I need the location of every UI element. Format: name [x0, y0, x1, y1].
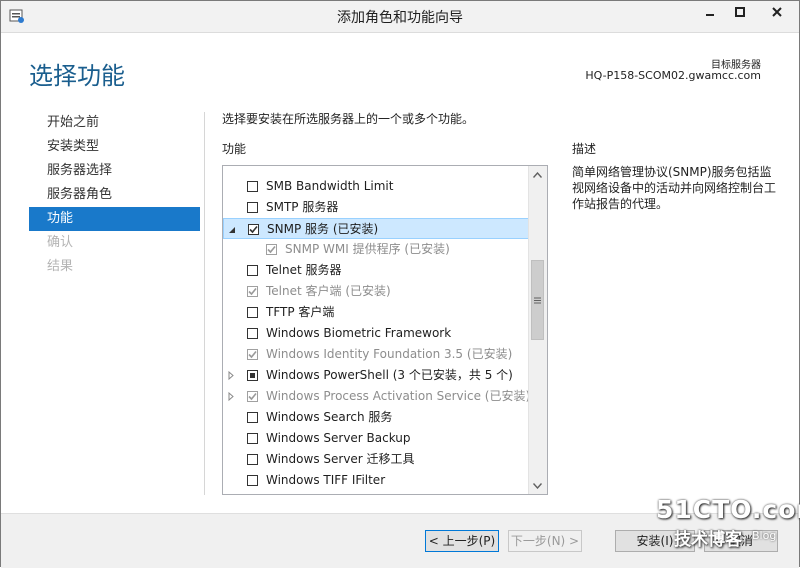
description-heading: 描述 [572, 142, 597, 156]
checkbox-unchecked[interactable] [247, 202, 258, 213]
feature-label: Windows Biometric Framework [266, 326, 452, 340]
scroll-up-button[interactable] [529, 166, 546, 183]
scroll-down-button[interactable] [529, 477, 546, 494]
features-list[interactable]: SMB Bandwidth Limit SMTP 服务器 SNMP 服务 (已安装)… [222, 165, 548, 495]
page-title: 选择功能 [29, 62, 125, 90]
checkbox-checked [266, 244, 277, 255]
checkmark-icon [249, 225, 258, 234]
feature-row[interactable]: Windows Search 服务 [223, 407, 529, 428]
checkbox-unchecked[interactable] [247, 181, 258, 192]
checkbox-unchecked[interactable] [247, 307, 258, 318]
feature-label: SNMP 服务 (已安装) [267, 222, 379, 236]
feature-row[interactable]: TFTP 客户端 [223, 302, 529, 323]
checkmark-icon [248, 350, 257, 359]
feature-label: Windows PowerShell (3 个已安装，共 5 个) [266, 368, 513, 382]
feature-label: Windows Server Backup [266, 431, 411, 445]
feature-row[interactable]: SNMP 服务 (已安装) [223, 218, 529, 239]
checkbox-checked [247, 286, 258, 297]
description-text: 简单网络管理协议(SNMP)服务包括监视网络设备中的活动并向网络控制台工作站报告… [572, 165, 777, 211]
feature-label: Windows TIFF IFilter [266, 473, 386, 487]
nav-item-server-selection[interactable]: 服务器选择 [29, 159, 200, 183]
nav-item-features[interactable]: 功能 [29, 207, 200, 231]
expanded-arrow-icon[interactable] [228, 219, 238, 240]
feature-row[interactable]: SMB Bandwidth Limit [223, 176, 529, 197]
feature-row[interactable]: Telnet 客户端 (已安装) [223, 281, 529, 302]
nav-item-before-you-begin[interactable]: 开始之前 [29, 111, 200, 135]
feature-label: Windows Server 迁移工具 [266, 452, 415, 466]
features-list-rows: SMB Bandwidth Limit SMTP 服务器 SNMP 服务 (已安装)… [223, 166, 529, 494]
nav-item-installation-type[interactable]: 安装类型 [29, 135, 200, 159]
feature-label: SMTP 服务器 [266, 200, 339, 214]
checkbox-unchecked[interactable] [247, 454, 258, 465]
next-button: 下一步(N) > [508, 530, 582, 552]
checkmark-icon [267, 245, 276, 254]
feature-row[interactable]: SNMP WMI 提供程序 (已安装) [223, 239, 529, 260]
scroll-thumb[interactable] [531, 260, 544, 340]
feature-row[interactable]: SMTP 服务器 [223, 197, 529, 218]
feature-row[interactable]: Windows Process Activation Service (已安装) [223, 386, 529, 407]
feature-label: TFTP 客户端 [266, 305, 335, 319]
feature-row[interactable]: Windows Identity Foundation 3.5 (已安装) [223, 344, 529, 365]
feature-row[interactable]: Windows Biometric Framework [223, 323, 529, 344]
checkbox-unchecked[interactable] [247, 265, 258, 276]
feature-row[interactable]: Windows PowerShell (3 个已安装，共 5 个) [223, 365, 529, 386]
feature-label: SNMP WMI 提供程序 (已安装) [285, 242, 450, 256]
minimize-icon [706, 13, 714, 16]
wizard-nav: 开始之前 安装类型 服务器选择 服务器角色 功能 确认 结果 [29, 111, 200, 279]
previous-button[interactable]: < 上一步(P) [425, 530, 499, 552]
instruction-text: 选择要安装在所选服务器上的一个或多个功能。 [222, 112, 475, 126]
feature-label: Windows Search 服务 [266, 410, 393, 424]
destination-server-name: HQ-P158-SCOM02.gwamcc.com [585, 69, 761, 82]
features-heading: 功能 [222, 142, 247, 156]
close-button[interactable] [757, 1, 797, 22]
feature-label: SMB Bandwidth Limit [266, 179, 394, 193]
collapsed-arrow-icon[interactable] [227, 386, 237, 407]
checkbox-checked [247, 391, 258, 402]
grip-icon [534, 297, 541, 304]
checkmark-icon [248, 287, 257, 296]
checkbox-checked[interactable] [248, 224, 259, 235]
nav-item-results: 结果 [47, 259, 74, 274]
collapsed-arrow-icon[interactable] [227, 365, 237, 386]
feature-row[interactable]: Windows Server 迁移工具 [223, 449, 529, 470]
checkbox-unchecked[interactable] [247, 433, 258, 444]
feature-label: Telnet 服务器 [266, 263, 342, 277]
feature-label: Telnet 客户端 (已安装) [266, 284, 391, 298]
nav-item-server-roles[interactable]: 服务器角色 [29, 183, 200, 207]
wizard-window: 添加角色和功能向导 选择功能 目标服务器 HQ-P158-SCOM02.gwam… [0, 0, 800, 568]
checkbox-checked [247, 349, 258, 360]
cancel-button[interactable]: 取消 [704, 530, 778, 552]
button-bar: < 上一步(P) 下一步(N) > 安装(I) 取消 [1, 513, 799, 568]
feature-row[interactable]: Windows Server Backup [223, 428, 529, 449]
list-item-partial [223, 166, 529, 170]
close-icon [772, 6, 782, 17]
checkbox-partial[interactable] [247, 370, 258, 381]
window-title: 添加角色和功能向导 [337, 10, 463, 26]
maximize-icon [735, 6, 745, 17]
checkmark-icon [248, 392, 257, 401]
nav-divider [204, 112, 205, 495]
partial-fill [250, 373, 255, 378]
maximize-button[interactable] [725, 1, 755, 22]
chevron-up-icon [533, 171, 542, 178]
nav-item-confirmation: 确认 [47, 235, 74, 250]
feature-label: Windows Process Activation Service (已安装) [266, 389, 529, 403]
install-button[interactable]: 安装(I) [615, 530, 695, 552]
feature-row[interactable]: Windows TIFF IFilter [223, 470, 529, 491]
chevron-down-icon [533, 482, 542, 489]
checkbox-unchecked[interactable] [247, 328, 258, 339]
feature-label: Windows Identity Foundation 3.5 (已安装) [266, 347, 513, 361]
minimize-button[interactable] [695, 1, 725, 22]
features-scrollbar[interactable] [528, 166, 547, 494]
feature-row[interactable]: Telnet 服务器 [223, 260, 529, 281]
checkbox-unchecked[interactable] [247, 412, 258, 423]
checkbox-unchecked[interactable] [247, 475, 258, 486]
title-bar[interactable]: 添加角色和功能向导 [1, 1, 799, 33]
